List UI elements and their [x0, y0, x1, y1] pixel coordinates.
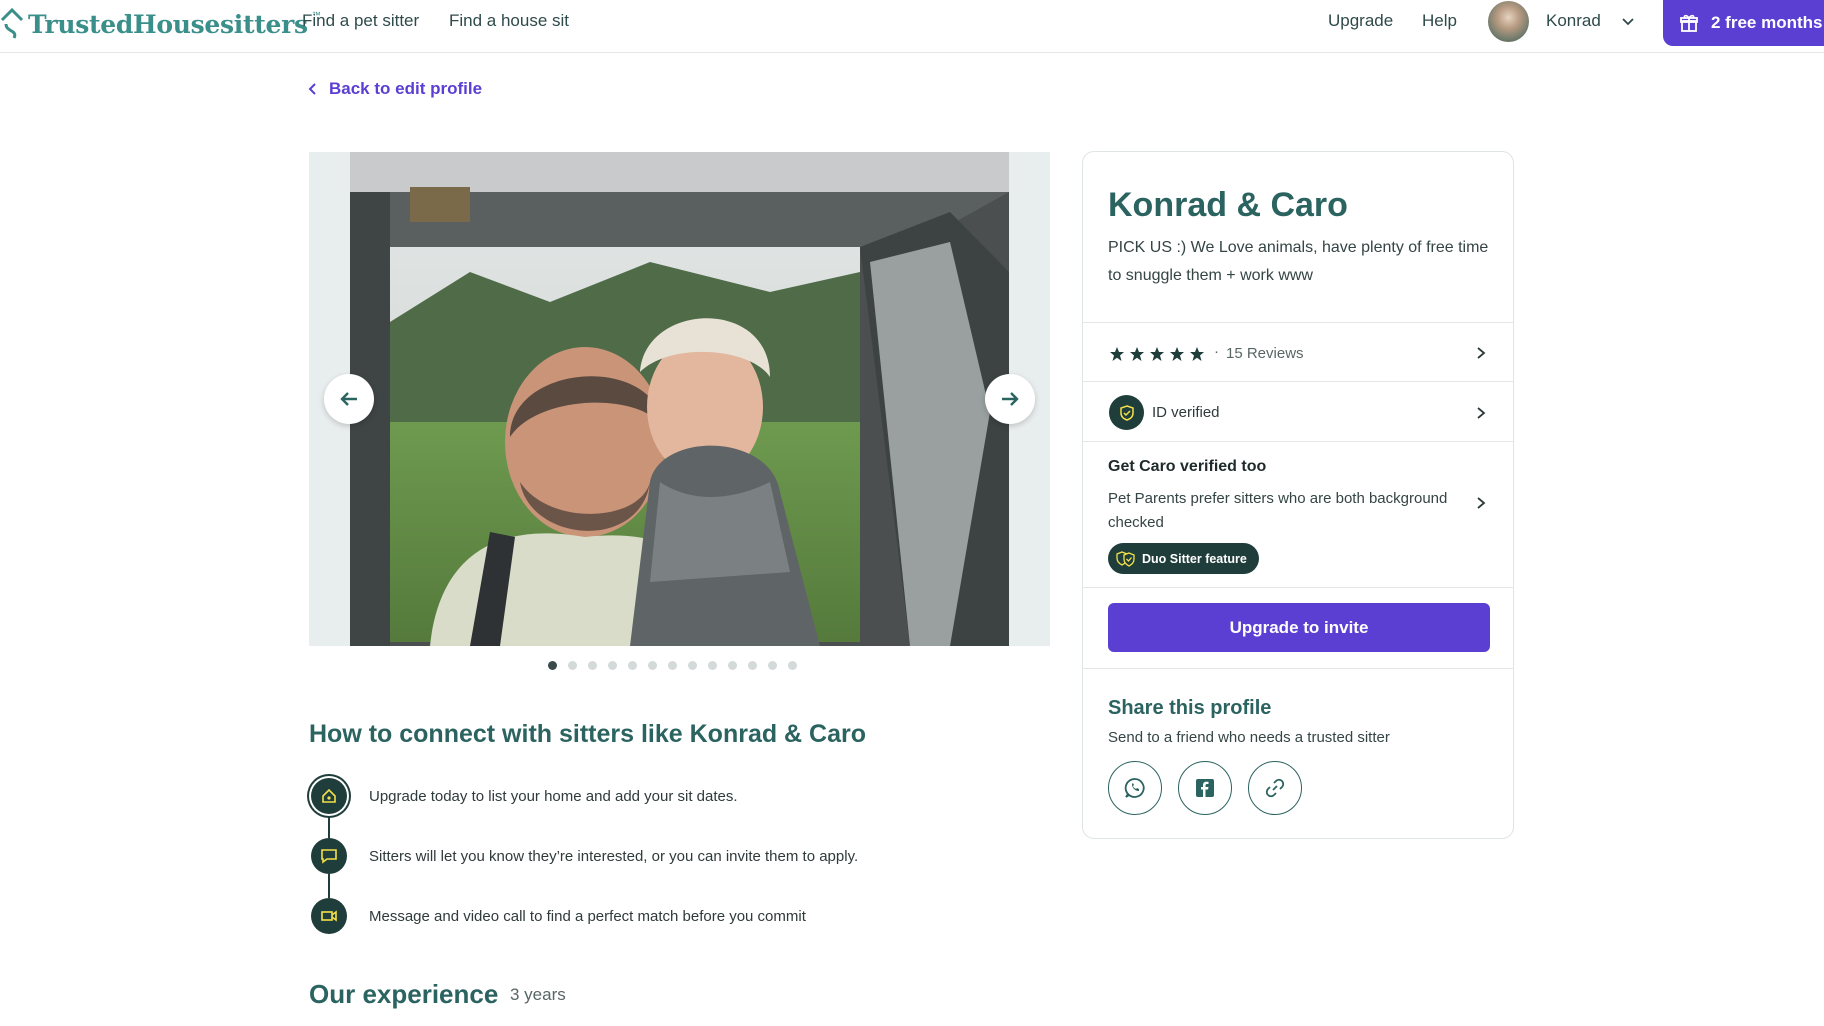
gallery-pagination-dots	[548, 661, 797, 670]
gallery-dot[interactable]	[748, 661, 757, 670]
arrow-right-icon	[1002, 392, 1019, 406]
profile-photo-image	[350, 152, 1009, 646]
whatsapp-icon	[1124, 778, 1145, 798]
star-icon	[1110, 347, 1124, 361]
connect-step-text: Sitters will let you know they’re intere…	[369, 847, 859, 865]
duo-feature-label: Duo Sitter feature	[1142, 551, 1247, 566]
gallery-dot[interactable]	[708, 661, 717, 670]
divider	[1083, 587, 1513, 588]
chevron-right-icon[interactable]	[1474, 406, 1488, 420]
gallery-dot[interactable]	[768, 661, 777, 670]
connect-step-text: Message and video call to find a perfect…	[369, 907, 806, 925]
divider	[1083, 441, 1513, 442]
shield-check-icon	[1109, 395, 1144, 430]
logo-mark-icon	[0, 7, 24, 39]
chevron-down-icon[interactable]	[1620, 14, 1636, 30]
nav-upgrade[interactable]: Upgrade	[1328, 11, 1393, 31]
trustedhousesitters-logo[interactable]: TrustedHousesitters ™	[0, 6, 321, 42]
user-avatar[interactable]	[1488, 1, 1529, 42]
experience-title: Our experience	[309, 979, 499, 1009]
duo-sitter-feature-badge: Duo Sitter feature	[1108, 543, 1259, 574]
share-profile-title: Share this profile	[1108, 697, 1272, 719]
upgrade-to-invite-button[interactable]: Upgrade to invite	[1108, 603, 1490, 652]
reviews-count: 15 Reviews	[1226, 345, 1304, 362]
facebook-icon	[1196, 779, 1214, 797]
share-facebook-button[interactable]	[1178, 761, 1232, 815]
chevron-right-icon[interactable]	[1474, 346, 1488, 360]
connect-step-2: Sitters will let you know they’re intere…	[311, 838, 858, 874]
step-connector-line	[328, 814, 330, 838]
gallery-dot[interactable]	[668, 661, 677, 670]
arrow-left-icon	[340, 392, 357, 406]
divider	[1083, 381, 1513, 382]
chevron-right-icon[interactable]	[1474, 496, 1488, 510]
divider	[1083, 322, 1513, 323]
experience-years: 3 years	[510, 985, 566, 1004]
star-icon	[1190, 347, 1204, 361]
top-navigation-bar: TrustedHousesitters ™ Find a pet sitter …	[0, 0, 1824, 53]
gallery-dot[interactable]	[788, 661, 797, 670]
star-icon	[1150, 347, 1164, 361]
logo-text: TrustedHousesitters	[28, 9, 308, 39]
gallery-dot[interactable]	[588, 661, 597, 670]
nav-find-house-sit[interactable]: Find a house sit	[449, 11, 569, 31]
link-icon	[1265, 778, 1285, 798]
chevron-left-icon	[308, 83, 316, 95]
connect-section-title: How to connect with sitters like Konrad …	[309, 720, 867, 748]
nav-help[interactable]: Help	[1422, 11, 1457, 31]
back-link-label: Back to edit profile	[329, 79, 483, 98]
gallery-dot[interactable]	[688, 661, 697, 670]
profile-bio: PICK US :) We Love animals, have plenty …	[1108, 239, 1489, 284]
caro-verified-description: Pet Parents prefer sitters who are both …	[1108, 490, 1448, 531]
photo-gallery	[309, 152, 1050, 646]
gallery-dot[interactable]	[608, 661, 617, 670]
gallery-dot[interactable]	[568, 661, 577, 670]
video-icon	[311, 898, 347, 934]
nav-find-pet-sitter[interactable]: Find a pet sitter	[302, 11, 419, 31]
star-rating	[1109, 346, 1205, 362]
home-icon	[311, 778, 347, 814]
caro-verified-title: Get Caro verified too	[1108, 458, 1267, 475]
duo-shield-icon	[1116, 550, 1135, 567]
back-to-edit-profile-link[interactable]: Back to edit profile	[307, 79, 482, 99]
connect-step-1: Upgrade today to list your home and add …	[311, 778, 738, 814]
connect-step-3: Message and video call to find a perfect…	[311, 898, 806, 934]
profile-name: Konrad & Caro	[1108, 186, 1348, 224]
gallery-dot[interactable]	[628, 661, 637, 670]
gallery-dot[interactable]	[648, 661, 657, 670]
step-connector-line	[328, 874, 330, 898]
gallery-next-button[interactable]	[985, 374, 1035, 424]
connect-step-text: Upgrade today to list your home and add …	[369, 787, 738, 805]
profile-photo	[350, 152, 1009, 646]
user-name[interactable]: Konrad	[1546, 11, 1601, 31]
share-copy-link-button[interactable]	[1248, 761, 1302, 815]
divider	[1083, 668, 1513, 669]
gift-icon	[1680, 14, 1698, 32]
gallery-dot[interactable]	[548, 661, 557, 670]
gallery-previous-button[interactable]	[324, 374, 374, 424]
free-months-promo-button[interactable]: 2 free months	[1663, 0, 1824, 46]
promo-label: 2 free months	[1711, 13, 1823, 32]
gallery-dot[interactable]	[728, 661, 737, 670]
chat-icon	[311, 838, 347, 874]
share-whatsapp-button[interactable]	[1108, 761, 1162, 815]
profile-card: Konrad & Caro PICK US :) We Love animals…	[1082, 151, 1514, 839]
share-profile-description: Send to a friend who needs a trusted sit…	[1108, 729, 1390, 746]
star-icon	[1130, 347, 1144, 361]
star-icon	[1170, 347, 1184, 361]
reviews-separator: ·	[1214, 343, 1219, 360]
id-verified-label: ID verified	[1152, 404, 1220, 421]
